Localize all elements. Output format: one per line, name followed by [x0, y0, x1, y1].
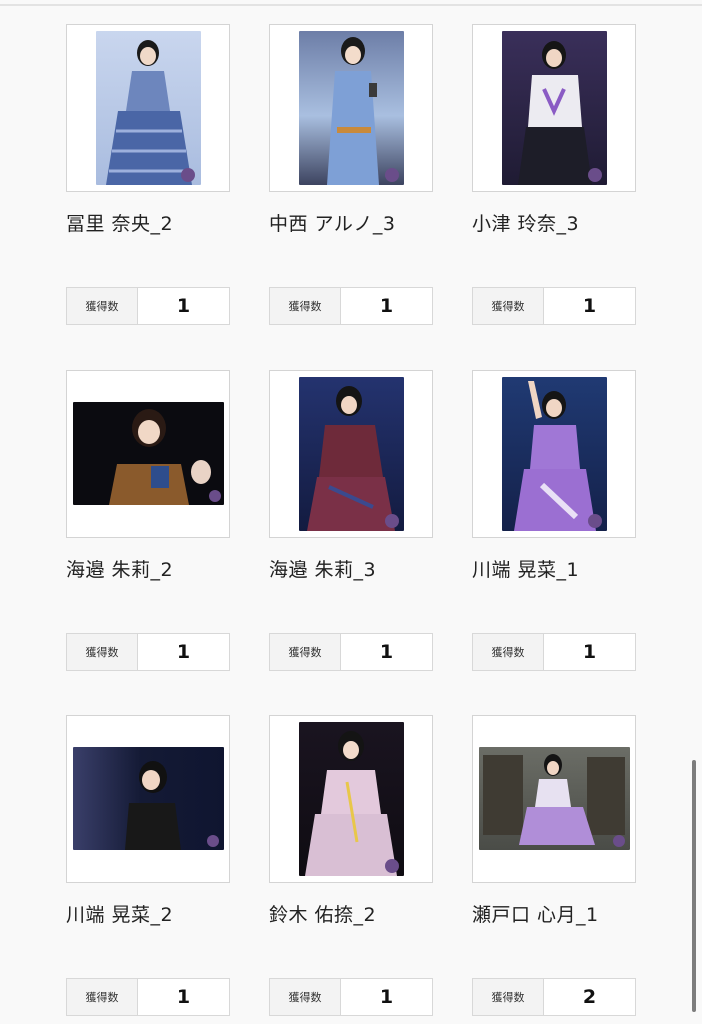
member-photo [479, 747, 630, 850]
count-label: 獲得数 [270, 634, 341, 670]
member-name: 小津 玲奈_3 [472, 213, 580, 235]
member-photo [73, 747, 224, 850]
member-photo [96, 31, 201, 185]
member-photo [299, 722, 404, 876]
count-box: 獲得数 1 [269, 287, 433, 325]
count-label: 獲得数 [473, 979, 544, 1015]
member-photo [299, 31, 404, 185]
count-value: 1 [379, 295, 394, 317]
count-value: 1 [379, 986, 394, 1008]
count-value: 1 [176, 295, 191, 317]
count-value: 1 [176, 986, 191, 1008]
photo-frame[interactable] [269, 715, 433, 883]
member-name: 中西 アルノ_3 [269, 213, 396, 235]
member-name: 海邉 朱莉_3 [269, 559, 377, 581]
count-value: 1 [582, 295, 597, 317]
member-name: 海邉 朱莉_2 [66, 559, 174, 581]
photo-frame[interactable] [269, 370, 433, 538]
count-label: 獲得数 [473, 288, 544, 324]
member-photo [73, 402, 224, 505]
member-photo [299, 377, 404, 531]
count-box: 獲得数 1 [472, 287, 636, 325]
count-value: 1 [582, 641, 597, 663]
member-name: 川端 晃菜_1 [472, 559, 580, 581]
member-name: 鈴木 佑捺_2 [269, 904, 377, 926]
member-photo [502, 377, 607, 531]
photo-frame[interactable] [269, 24, 433, 192]
count-box: 獲得数 1 [472, 633, 636, 671]
count-label: 獲得数 [67, 979, 138, 1015]
photo-frame[interactable] [472, 370, 636, 538]
count-label: 獲得数 [473, 634, 544, 670]
count-label: 獲得数 [270, 288, 341, 324]
photo-frame[interactable] [472, 24, 636, 192]
count-box: 獲得数 2 [472, 978, 636, 1016]
count-box: 獲得数 1 [66, 633, 230, 671]
count-value: 1 [176, 641, 191, 663]
photo-frame[interactable] [472, 715, 636, 883]
photo-frame[interactable] [66, 715, 230, 883]
count-box: 獲得数 1 [269, 978, 433, 1016]
member-photo [502, 31, 607, 185]
count-value: 1 [379, 641, 394, 663]
member-card-grid: 冨里 奈央_2 獲得数 1 中西 アルノ_3 獲得数 1 小津 玲奈_3 獲得数… [0, 0, 702, 1024]
count-box: 獲得数 1 [269, 633, 433, 671]
photo-frame[interactable] [66, 370, 230, 538]
count-box: 獲得数 1 [66, 287, 230, 325]
photo-frame[interactable] [66, 24, 230, 192]
count-value: 2 [582, 986, 597, 1008]
member-name: 川端 晃菜_2 [66, 904, 174, 926]
count-label: 獲得数 [270, 979, 341, 1015]
count-label: 獲得数 [67, 634, 138, 670]
member-name: 冨里 奈央_2 [66, 213, 174, 235]
member-name: 瀬戸口 心月_1 [472, 904, 599, 926]
count-box: 獲得数 1 [66, 978, 230, 1016]
count-label: 獲得数 [67, 288, 138, 324]
vertical-scrollbar[interactable] [692, 760, 696, 1012]
